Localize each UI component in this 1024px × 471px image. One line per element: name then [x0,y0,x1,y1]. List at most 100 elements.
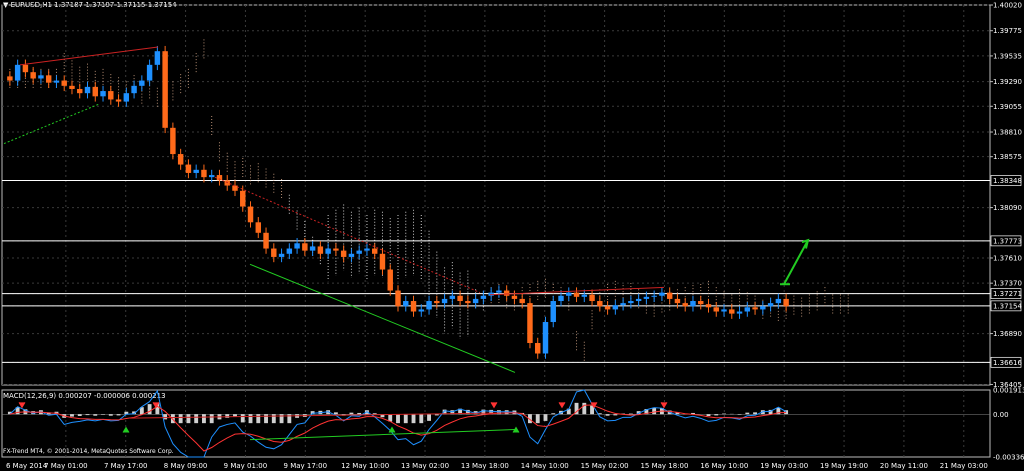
candle-body [503,290,510,296]
y-tick-label: 1.37271 [993,290,1022,298]
candle-body [752,307,758,310]
candle-body [309,246,316,251]
candle-body [666,292,673,299]
candle-body [620,303,626,306]
candle-body [674,298,681,304]
y-tick-label: 1.38348 [993,177,1022,185]
sell-arrow-icon [18,402,26,409]
candle-body [340,250,347,257]
macd-main-line [9,389,787,458]
buy-arrow-icon [122,426,130,433]
sell-arrow-icon [660,402,668,409]
candle-body [146,64,153,81]
y-tick-label: 1.39775 [993,27,1022,35]
candle-body [7,76,13,81]
candle-body [767,303,774,307]
y-tick-label: 1.37154 [993,302,1022,310]
candle-body [100,91,106,97]
candle-body [123,93,130,102]
candle-body [690,301,696,307]
candle-body [177,154,184,165]
candle-body [395,290,401,307]
candle-body [69,85,75,89]
candle-body [651,295,657,297]
candle-body [348,253,355,257]
trend-line-green [249,263,516,373]
candle-body [247,206,254,223]
candle-body [542,322,549,354]
chart-window: ▼ EURUSD,H1 1.37187 1.37197 1.37115 1.37… [0,0,1024,471]
y-tick-label: 1.38575 [993,153,1022,161]
x-tick-label: 14 May 10:00 [521,462,569,470]
y-tick-label: 1.38810 [993,129,1022,137]
candle-body [193,169,199,173]
candle-body [364,248,370,251]
x-tick-label: 9 May 01:00 [224,462,268,470]
x-tick-label: 13 May 02:00 [401,462,449,470]
candle-body [139,80,145,86]
y-tick-label: 1.39290 [993,78,1022,86]
candle-body [38,75,44,79]
candle-body [698,301,704,305]
candle-body [535,343,541,354]
candle-body [635,298,642,302]
candle-body [783,298,789,307]
candle-body [418,309,425,312]
candle-body [208,175,215,178]
x-tick-label: 16 May 10:00 [700,462,748,470]
sell-arrow-icon [490,402,498,409]
y-tick-label: 1.37370 [993,280,1022,288]
y-tick-label: 1.37610 [993,254,1022,262]
candle-body [573,292,580,297]
candle-body [53,80,60,83]
candle-body [682,303,688,307]
candle-body [713,307,719,312]
x-tick-label: 12 May 10:00 [341,462,389,470]
candle-body [457,295,463,302]
candle-body [61,80,67,86]
candle-body [589,294,595,302]
macd-y-tick-label: 0.00 [993,411,1009,419]
y-tick-label: 1.36890 [993,330,1022,338]
candle-body [162,51,168,128]
candle-body [628,301,634,304]
candle-body [597,301,603,307]
candle-body [108,91,114,100]
candle-body [449,295,456,299]
x-tick-label: 20 May 11:00 [880,462,928,470]
candle-body [472,298,479,304]
candle-body [612,305,619,310]
candle-body [558,295,564,302]
candle-body [729,309,735,314]
candle-body [519,298,525,304]
candle-body [278,253,285,257]
candle-body [286,248,293,254]
candle-body [604,306,611,310]
price-chart[interactable]: 6 May 20147 May 01:00 7 May 17:00 8 May 09… [0,0,1024,471]
x-tick-label: 15 May 18:00 [640,462,688,470]
candle-body [302,243,308,251]
candle-body [721,309,727,312]
y-tick-label: 1.38090 [993,204,1022,212]
x-tick-label: 19 May 19:00 [820,462,868,470]
candle-body [550,301,556,323]
candle-body [325,248,331,254]
candle-body [131,85,137,94]
candle-body [255,222,261,233]
candle-body [410,301,417,312]
candle-body [271,248,277,257]
candle-body [356,250,362,254]
candle-body [154,51,161,65]
x-tick-label: 9 May 17:00 [284,462,328,470]
candle-body [426,301,432,310]
x-tick-label: 8 May 09:00 [164,462,208,470]
candle-body [201,169,207,178]
candle-body [22,64,29,73]
x-tick-label: 21 May 03:00 [940,462,988,470]
trend-line-green-dotted [3,103,101,145]
candle-body [760,306,766,310]
main-panel-frame [1,4,991,386]
candle-body [294,243,300,249]
candle-body [465,301,471,304]
candle-body [566,292,572,296]
